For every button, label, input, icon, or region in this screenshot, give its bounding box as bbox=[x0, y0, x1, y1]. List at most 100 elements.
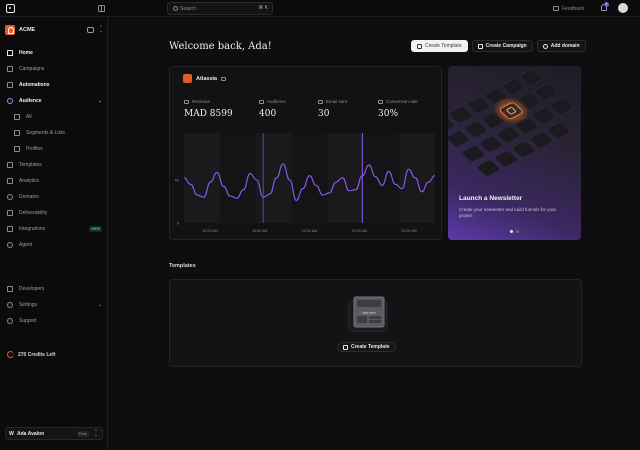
sidebar-item-integrations[interactable]: Integrations NEW bbox=[0, 221, 108, 237]
app-logo-icon[interactable] bbox=[6, 4, 15, 13]
carousel-dot[interactable] bbox=[516, 230, 519, 233]
promo-title: Launch a Newsletter bbox=[459, 195, 523, 202]
x-tick-label: 10:00 AM bbox=[252, 229, 267, 233]
sidebar-item-label: Agent bbox=[19, 242, 33, 248]
avatar[interactable] bbox=[618, 3, 628, 13]
sidebar-item-domains[interactable]: Domains bbox=[0, 189, 108, 205]
workspace-name: ACME bbox=[19, 27, 36, 33]
y-tick-label: 0 bbox=[177, 221, 180, 226]
template-icon bbox=[417, 43, 422, 49]
plan-badge: Free bbox=[76, 430, 89, 437]
main-content: Welcome back, Ada! Create Template Creat… bbox=[108, 17, 640, 450]
sidebar-item-home[interactable]: Home bbox=[0, 45, 108, 61]
sidebar-item-label: Audience bbox=[19, 98, 42, 104]
y-tick-label: 40 bbox=[175, 178, 180, 183]
credits-label: 270 Credits Left bbox=[18, 351, 56, 358]
sidebar-item-campaigns[interactable]: Campaigns bbox=[0, 61, 108, 77]
add-domain-button[interactable]: Add domain bbox=[536, 40, 586, 52]
stats-card: Atlassia Revenue MAD 8599 Audience 400 E… bbox=[169, 66, 442, 240]
account-logo-icon bbox=[183, 74, 192, 83]
sidebar-item-label: Domains bbox=[19, 194, 39, 200]
user-menu[interactable]: W Ada Avalon Free ⌃ ⌄ bbox=[5, 427, 103, 440]
add-domain-label: Add domain bbox=[550, 43, 580, 49]
sidebar-item-segments[interactable]: Segments & Lists bbox=[0, 125, 108, 141]
metric-revenue: Revenue MAD 8599 bbox=[184, 99, 233, 119]
create-template-button[interactable]: Create Template bbox=[411, 40, 468, 52]
metric-value: 30% bbox=[378, 109, 399, 119]
user-initial: W bbox=[9, 430, 14, 437]
sidebar-item-support[interactable]: Support bbox=[0, 313, 108, 329]
chart-band bbox=[291, 133, 328, 223]
send-icon bbox=[7, 66, 13, 72]
sidebar-item-automations[interactable]: Automations bbox=[0, 77, 108, 93]
agent-icon bbox=[7, 242, 13, 248]
create-campaign-button[interactable]: Create Campaign bbox=[471, 40, 533, 52]
chevron-updown-icon: ⌃ ⌄ bbox=[98, 25, 103, 34]
chart-band bbox=[363, 133, 400, 223]
automation-icon bbox=[7, 82, 13, 88]
sidebar-item-label: Settings bbox=[19, 302, 38, 308]
sidebar-item-developers[interactable]: Developers bbox=[0, 281, 108, 297]
create-template-label: Create Template bbox=[425, 43, 462, 49]
promo-card[interactable]: Launch a Newsletter Create your newslett… bbox=[448, 66, 581, 240]
sidebar-item-deliverability[interactable]: Deliverability bbox=[0, 205, 108, 221]
search-icon bbox=[173, 6, 178, 11]
globe-icon bbox=[7, 194, 13, 200]
metric-label: Email sent bbox=[326, 99, 348, 104]
keyboard-illustration bbox=[448, 69, 573, 177]
carousel-dot[interactable] bbox=[510, 230, 513, 233]
sidebar-item-audience[interactable]: Audience ⌄ bbox=[0, 93, 108, 109]
create-campaign-label: Create Campaign bbox=[485, 43, 527, 49]
chart-band bbox=[255, 133, 292, 223]
x-tick-label: 10:00 AM bbox=[401, 229, 416, 233]
gear-icon bbox=[7, 302, 13, 308]
sidebar-item-agent[interactable]: Agent bbox=[0, 237, 108, 253]
plug-icon bbox=[7, 226, 13, 232]
send-icon bbox=[477, 43, 483, 49]
sidebar-item-label: All bbox=[26, 114, 32, 120]
sidebar-item-all[interactable]: All bbox=[0, 109, 108, 125]
sidebar-item-label: Integrations bbox=[19, 226, 46, 232]
sidebar-toggle-icon[interactable] bbox=[98, 5, 105, 12]
sidebar-item-profiles[interactable]: Profiles bbox=[0, 141, 108, 157]
metric-audience: Audience 400 bbox=[259, 99, 286, 119]
sidebar-item-label: Segments & Lists bbox=[26, 130, 65, 136]
chevron-down-icon: ⌄ bbox=[97, 302, 102, 308]
account-selector[interactable]: Atlassia bbox=[183, 74, 227, 83]
create-template-label: Create Template bbox=[351, 344, 390, 350]
code-icon bbox=[7, 286, 13, 292]
sidebar-item-settings[interactable]: Settings ⌄ bbox=[0, 297, 108, 313]
x-tick-label: 10:00 AM bbox=[202, 229, 217, 233]
chart-band bbox=[327, 133, 364, 223]
mail-icon bbox=[318, 99, 323, 104]
sidebar-item-templates[interactable]: Templates bbox=[0, 157, 108, 173]
chevron-down-icon: ⌄ bbox=[97, 98, 102, 104]
templates-heading: Templates bbox=[169, 263, 196, 269]
feedback-label: Feedback bbox=[562, 5, 584, 12]
search-input[interactable] bbox=[180, 4, 250, 14]
chart-icon bbox=[7, 178, 13, 184]
carousel-dots bbox=[510, 230, 519, 233]
credits-indicator[interactable]: 270 Credits Left bbox=[7, 351, 56, 358]
users-icon bbox=[7, 98, 13, 104]
chart-band bbox=[399, 133, 435, 223]
search-box[interactable]: ⌘ K bbox=[167, 2, 273, 15]
sidebar-bottom-nav: Developers Settings ⌄ Support bbox=[0, 281, 108, 329]
top-bar: ⌘ K Feedback 1 bbox=[0, 0, 640, 17]
workspace-settings-icon[interactable] bbox=[86, 27, 94, 33]
sidebar-item-label: Campaigns bbox=[19, 66, 45, 72]
workspace-logo-icon bbox=[5, 25, 15, 35]
sidebar-item-analytics[interactable]: Analytics bbox=[0, 173, 108, 189]
mail-icon bbox=[7, 210, 13, 216]
create-template-empty-button[interactable]: Create Template bbox=[337, 342, 396, 352]
revenue-icon bbox=[184, 99, 189, 104]
chart-band bbox=[219, 133, 256, 223]
sidebar-item-label: Deliverability bbox=[19, 210, 48, 216]
page-title: Welcome back, Ada! bbox=[169, 41, 272, 52]
feedback-button[interactable]: Feedback bbox=[553, 4, 584, 13]
sidebar-item-label: Analytics bbox=[19, 178, 40, 184]
metric-label: Conversion rate bbox=[386, 99, 418, 104]
users-icon bbox=[259, 99, 264, 104]
workspace-switcher[interactable]: ACME ⌃ ⌄ bbox=[5, 23, 103, 37]
segments-icon bbox=[14, 130, 20, 136]
